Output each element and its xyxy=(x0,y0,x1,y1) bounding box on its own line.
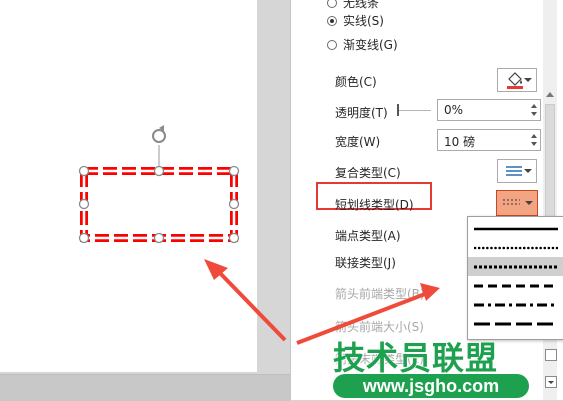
begin-arrow-type-label: 箭头前端类型(B) xyxy=(335,287,425,301)
width-label: 宽度(W) xyxy=(335,135,381,149)
dash-option-dash-dot[interactable] xyxy=(468,295,563,314)
watermark-logo-text: 技术员联盟 xyxy=(333,339,499,377)
dash-option-square-dot[interactable] xyxy=(468,257,563,276)
chevron-down-icon xyxy=(548,381,554,384)
dash-option-dash[interactable] xyxy=(468,276,563,295)
line-color-button[interactable] xyxy=(497,68,537,92)
dash-pattern-icon xyxy=(503,199,520,205)
spin-down-icon[interactable] xyxy=(531,142,537,146)
slide-canvas-area xyxy=(0,0,290,401)
chevron-down-icon xyxy=(524,78,532,82)
shape-layer xyxy=(78,125,240,244)
panel-scrollbar[interactable] xyxy=(543,0,557,400)
transparency-slider-track[interactable] xyxy=(397,110,431,111)
width-spinner[interactable]: 10 磅 xyxy=(437,129,541,151)
transparency-slider-thumb[interactable] xyxy=(397,104,399,116)
dash-type-dropdown[interactable] xyxy=(467,216,563,340)
radio-solid-line-label: 实线(S) xyxy=(343,14,384,28)
radio-gradient-line-label: 渐变线(G) xyxy=(343,38,398,52)
watermark-url: www.jsgho.com xyxy=(333,374,529,398)
transparency-spinner[interactable]: 0% xyxy=(437,99,541,121)
paint-bucket-icon xyxy=(507,72,523,89)
radio-gradient-line[interactable]: 渐变线(G) xyxy=(327,36,398,53)
radio-no-line-label: 无线条 xyxy=(343,0,380,10)
compound-lines-icon xyxy=(506,166,522,176)
radio-gradient-line-circle[interactable] xyxy=(327,39,337,50)
dash-type-button[interactable] xyxy=(496,190,538,216)
dash-type-label: 短划线类型(D) xyxy=(335,198,414,212)
transparency-value: 0% xyxy=(444,103,464,117)
cap-type-label: 端点类型(A) xyxy=(335,229,401,243)
color-label: 颜色(C) xyxy=(335,75,377,89)
compound-type-label: 复合类型(C) xyxy=(335,166,401,180)
join-type-label: 联接类型(J) xyxy=(335,256,396,270)
rotate-handle-icon[interactable] xyxy=(152,125,166,143)
spin-up-icon[interactable] xyxy=(531,104,537,108)
width-value: 10 磅 xyxy=(444,135,476,149)
dash-option-long-dash[interactable] xyxy=(468,314,563,333)
radio-no-line[interactable]: 无线条 xyxy=(327,0,379,11)
spin-up-icon[interactable] xyxy=(531,134,537,138)
chevron-down-icon xyxy=(524,169,532,173)
compound-type-button[interactable] xyxy=(497,159,537,183)
radio-solid-line[interactable]: 实线(S) xyxy=(327,12,384,29)
dashed-rectangle-shape[interactable] xyxy=(80,167,238,242)
radio-solid-line-circle[interactable] xyxy=(327,15,337,26)
scroll-up-icon[interactable] xyxy=(546,92,554,97)
chevron-down-icon xyxy=(525,201,533,205)
dash-option-round-dot[interactable] xyxy=(468,238,563,257)
spin-down-icon[interactable] xyxy=(531,112,537,116)
radio-no-line-circle[interactable] xyxy=(327,0,337,8)
transparency-label: 透明度(T) xyxy=(335,106,388,120)
side-dropdown[interactable] xyxy=(545,376,557,388)
dash-option-solid[interactable] xyxy=(468,219,563,238)
side-control[interactable] xyxy=(545,349,557,361)
